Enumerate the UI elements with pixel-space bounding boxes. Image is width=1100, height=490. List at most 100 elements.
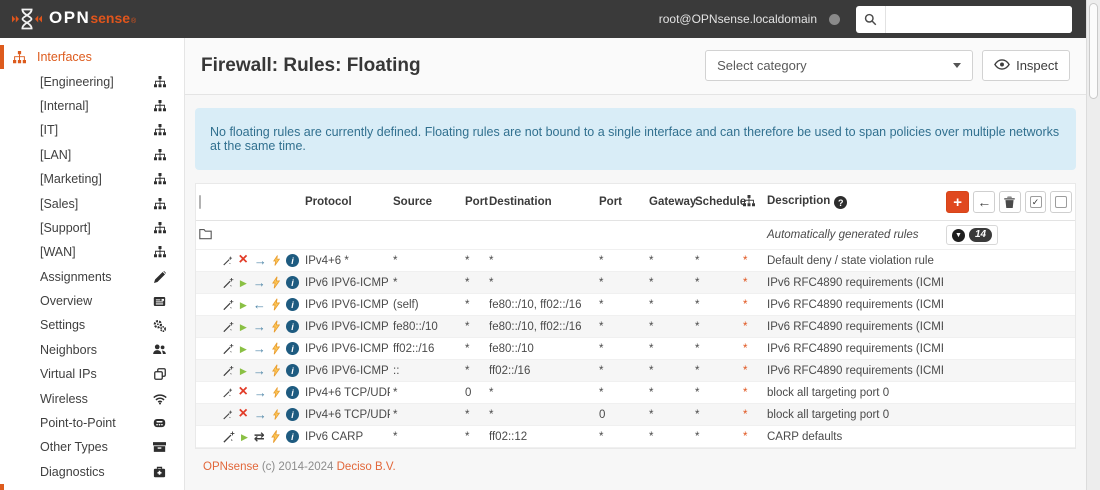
rule-row[interactable]: IPv4+6 TCP/UDP * * * 0 * * * block all t… [196,403,1075,426]
checked-checkbox-icon: ✓ [1029,196,1042,208]
source-cell: * [390,403,462,426]
sidebar-item-virtual-ips[interactable]: Virtual IPs [0,362,184,386]
info-icon[interactable] [286,364,299,377]
sidebar-interface-item[interactable]: [Marketing] [0,167,184,191]
magic-wand-icon[interactable] [223,387,233,399]
schedule-cell: * [692,403,740,426]
row-actions-cell [943,293,1075,316]
destination-cell: * [486,249,596,272]
magic-wand-icon[interactable] [223,343,234,355]
sidebar-interface-item[interactable]: [Sales] [0,191,184,215]
sidebar-interface-item[interactable]: [WAN] [0,240,184,264]
add-rule-button[interactable]: + [946,191,970,213]
source-port-cell: * [462,271,486,294]
sidebar-interface-item[interactable]: [Support] [0,216,184,240]
opnsense-footer-link[interactable]: OPNsense [203,461,259,473]
schedule-cell: * [692,293,740,316]
info-icon[interactable] [286,298,299,311]
select-all-checkbox[interactable] [199,195,201,209]
rule-row[interactable]: IPv6 IPV6-ICMP fe80::/10 * fe80::/10, ff… [196,315,1075,338]
toggle-auto-rules-button[interactable]: 14 [946,225,999,245]
info-icon[interactable] [285,430,299,443]
scrollbar-thumb[interactable] [1089,3,1098,99]
rule-row[interactable]: IPv6 IPV6-ICMP :: * ff02::/16 * * * * IP… [196,359,1075,382]
sidebar-item-label: [Internal] [40,98,89,113]
inspect-button[interactable]: Inspect [982,50,1070,81]
destination-port-cell: * [596,315,646,338]
icons-header-cell [220,184,302,221]
rule-row[interactable]: IPv6 CARP * * ff02::12 * * * * CARP defa… [196,425,1075,448]
magic-wand-icon[interactable] [223,365,234,377]
info-icon[interactable] [286,386,299,399]
magic-wand-icon[interactable] [223,299,234,311]
row-select-cell [196,293,220,316]
info-icon[interactable] [286,342,299,355]
brand-logo[interactable]: OPN sense ® [12,8,136,30]
rule-row[interactable]: IPv6 IPV6-ICMP (self) * fe80::/10, ff02:… [196,293,1075,316]
sitemap-icon [152,221,167,234]
sidebar-item-wireless[interactable]: Wireless [0,386,184,410]
move-selected-button[interactable]: ← [973,191,996,213]
info-icon[interactable] [286,276,299,289]
folder-icon [199,228,212,239]
sidebar-next-section-sliver[interactable] [0,484,184,490]
sidebar-item-diagnostics[interactable]: Diagnostics [0,460,184,484]
delete-selected-button[interactable] [999,191,1021,213]
magic-wand-icon[interactable] [223,430,235,443]
info-icon[interactable] [286,408,299,421]
sidebar-item-overview[interactable]: Overview [0,289,184,313]
select-all-button[interactable]: ✓ [1024,191,1047,213]
sidebar-interface-item[interactable]: [LAN] [0,143,184,167]
sidebar-interface-item[interactable]: [Engineering] [0,69,184,93]
row-select-cell [196,403,220,426]
action-icon [239,409,248,421]
interface-marker-cell: * [740,337,764,360]
row-select-cell [196,425,220,448]
sidebar-item-interfaces[interactable]: Interfaces [0,45,184,70]
sidebar-interface-item[interactable]: [Internal] [0,94,184,118]
magic-wand-icon[interactable] [223,255,233,267]
quick-bolt-icon [271,364,280,377]
info-icon[interactable] [286,254,299,267]
floating-rules-table: Protocol Source Port Destination Port Ga… [196,184,1075,448]
sidebar-interface-item[interactable]: [IT] [0,118,184,142]
col-port: Port [462,184,488,221]
help-icon[interactable] [834,196,848,210]
protocol-cell: IPv4+6 TCP/UDP [302,403,390,426]
quick-bolt-icon [271,342,280,355]
table-header-row: Protocol Source Port Destination Port Ga… [196,184,1075,221]
sidebar-item-assignments[interactable]: Assignments [0,265,184,289]
sitemap-icon [152,75,167,88]
col-port2: Port [596,184,646,221]
source-port-cell: * [462,337,486,360]
rule-row[interactable]: IPv4+6 * * * * * * * * Default deny / st… [196,249,1075,272]
vertical-scrollbar[interactable] [1086,0,1100,490]
destination-cell: ff02::12 [486,425,596,448]
archive-box-icon [152,441,167,453]
description-cell: block all targeting port 0 [764,381,943,404]
rule-row[interactable]: IPv6 IPV6-ICMP ff02::/16 * fe80::/10 * *… [196,337,1075,360]
magic-wand-icon[interactable] [223,409,233,421]
deselect-all-button[interactable] [1050,191,1072,213]
search-input[interactable] [886,5,1072,33]
sidebar-item-other-types[interactable]: Other Types [0,435,184,459]
action-icon [239,255,248,267]
gears-icon [152,319,167,332]
gateway-cell: * [646,359,692,382]
info-icon[interactable] [286,320,299,333]
sidebar-item-point-to-point[interactable]: Point-to-Point [0,411,184,435]
rule-row[interactable]: IPv4+6 TCP/UDP * 0 * * * * * block all t… [196,381,1075,404]
magic-wand-icon[interactable] [223,277,234,289]
sidebar-interface-list: [Engineering] [Internal] [IT] [LAN] [Mar… [0,69,184,264]
magic-wand-icon[interactable] [223,321,234,333]
sidebar-item-label: [IT] [40,123,59,138]
rule-row[interactable]: IPv6 IPV6-ICMP * * * * * * * IPv6 RFC489… [196,271,1075,294]
destination-port-cell: 0 [596,403,646,426]
destination-cell: ff02::/16 [486,359,596,382]
deciso-footer-link[interactable]: Deciso B.V. [337,461,396,473]
sidebar-item-neighbors[interactable]: Neighbors [0,338,184,362]
row-actions-cell [943,271,1075,294]
category-select[interactable]: Select category [705,50,974,81]
row-select-cell [196,249,220,272]
sidebar-item-settings[interactable]: Settings [0,313,184,337]
